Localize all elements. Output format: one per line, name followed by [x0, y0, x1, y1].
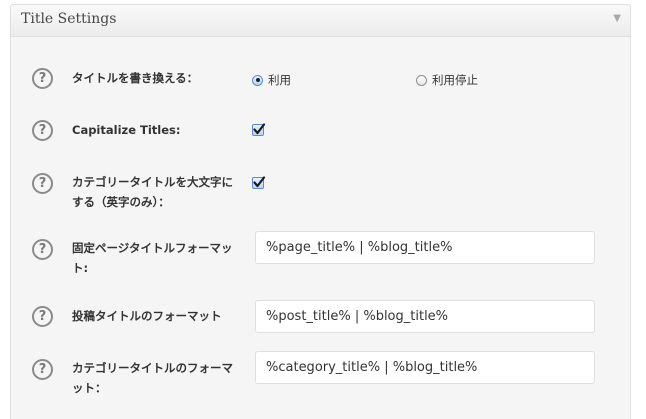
setting-label: タイトルを書き換える： [72, 71, 199, 85]
panel-title: Title Settings [21, 11, 117, 27]
setting-label: カテゴリータイトルを大文字にする（英字のみ）： [72, 175, 233, 209]
checkmark-icon [253, 123, 266, 135]
capitalize-category-checkbox[interactable] [252, 176, 266, 189]
checkmark-icon [253, 176, 266, 188]
title-settings-panel: Title Settings ▼ ? タイトルを書き換える： 利用 利用停止 ?… [10, 4, 631, 419]
collapse-toggle-icon[interactable]: ▼ [613, 13, 621, 24]
page-title-format-input[interactable] [255, 231, 595, 264]
category-title-format-input[interactable] [255, 351, 595, 384]
radio-label-disable: 利用停止 [432, 73, 478, 87]
help-icon[interactable]: ? [32, 68, 53, 89]
help-icon[interactable]: ? [32, 120, 53, 141]
capitalize-titles-checkbox[interactable] [252, 123, 266, 136]
setting-label: Capitalize Titles: [72, 123, 181, 137]
help-icon[interactable]: ? [32, 306, 53, 327]
setting-label: カテゴリータイトルのフォーマット： [72, 361, 233, 395]
help-icon[interactable]: ? [32, 173, 53, 194]
help-icon[interactable]: ? [32, 239, 53, 260]
panel-header[interactable]: Title Settings ▼ [11, 5, 630, 37]
radio-option-disable[interactable]: 利用停止 [416, 72, 478, 88]
radio-button-enable[interactable] [252, 74, 263, 86]
radio-option-enable[interactable]: 利用 [252, 72, 291, 88]
setting-label: 固定ページタイトルフォーマット: [72, 241, 233, 275]
help-icon[interactable]: ? [32, 359, 53, 380]
setting-label: 投稿タイトルのフォーマット [72, 309, 222, 323]
radio-button-disable[interactable] [416, 74, 427, 86]
post-title-format-input[interactable] [255, 300, 595, 333]
radio-label-enable: 利用 [268, 73, 291, 87]
